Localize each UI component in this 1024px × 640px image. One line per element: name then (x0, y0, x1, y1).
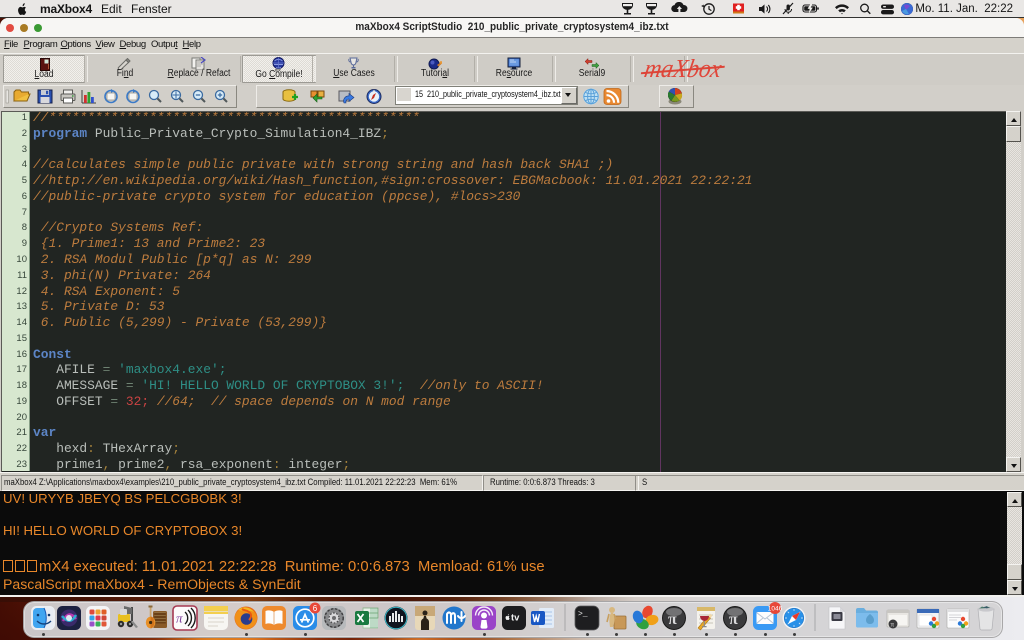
svg-text:π: π (729, 611, 738, 628)
svg-text:tv: tv (511, 613, 520, 624)
svg-text:π: π (891, 621, 895, 629)
svg-text:6: 6 (313, 604, 318, 613)
svg-text:π: π (668, 611, 677, 628)
svg-text:>_: >_ (578, 610, 588, 619)
svg-text:π: π (176, 611, 183, 626)
svg-text:1046: 1046 (768, 606, 783, 613)
